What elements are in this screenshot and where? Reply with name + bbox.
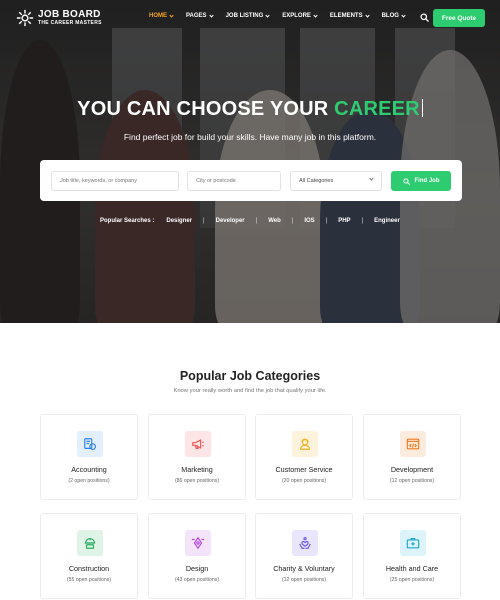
charity-icon xyxy=(299,537,311,549)
main-menu: HOME PAGES JOB LISTING EXPLORE ELEMENTS … xyxy=(149,12,418,19)
open-positions-count: (20 open positions) xyxy=(281,478,327,484)
search-icon[interactable] xyxy=(420,13,429,22)
hero-section: JOB BOARD THE CAREER MASTERS HOME PAGES … xyxy=(0,0,500,323)
category-name: Marketing xyxy=(181,465,213,474)
hero-subtitle: Find perfect job for build your skills. … xyxy=(123,132,377,142)
category-name: Construction xyxy=(68,564,110,573)
top-navbar: JOB BOARD THE CAREER MASTERS HOME PAGES … xyxy=(0,0,500,36)
category-card-marketing[interactable]: Marketing (86 open positions) xyxy=(148,414,246,500)
menu-item-label: ELEMENTS xyxy=(329,13,363,19)
menu-item-elements[interactable]: ELEMENTS xyxy=(329,12,370,19)
open-positions-count: (43 open positions) xyxy=(174,577,220,583)
category-card-development[interactable]: Development (12 open positions) xyxy=(363,414,461,500)
divider: | xyxy=(255,218,258,224)
menu-item-label: HOME xyxy=(149,13,167,19)
menu-item-home[interactable]: HOME xyxy=(149,12,174,19)
icon-tile xyxy=(292,530,318,556)
open-positions-count: (25 open positions) xyxy=(389,577,435,583)
menu-item-job-listing[interactable]: JOB LISTING xyxy=(225,12,270,19)
open-positions-count: (12 open positions) xyxy=(281,577,327,583)
open-positions-count: (12 open positions) xyxy=(389,478,435,484)
popular-tag[interactable]: Designer xyxy=(166,218,192,224)
chevron-down-icon xyxy=(313,12,318,18)
category-name: Charity & Voluntary xyxy=(273,564,335,573)
logo-title: JOB BOARD xyxy=(38,8,101,20)
icon-tile xyxy=(400,530,426,556)
chevron-down-icon xyxy=(208,12,214,18)
menu-item-label: BLOG xyxy=(381,13,399,19)
popular-searches-label: Popular Searches : xyxy=(100,218,155,224)
chevron-down-icon xyxy=(364,12,370,18)
chevron-down-icon xyxy=(265,12,270,18)
popular-tag[interactable]: Web xyxy=(268,218,281,224)
find-job-button[interactable]: Find Job xyxy=(391,171,451,191)
category-name: Accounting xyxy=(71,465,107,474)
divider: | xyxy=(203,218,205,224)
location-input[interactable] xyxy=(187,171,281,191)
icon-tile xyxy=(185,530,211,556)
job-search-form: All Categories Find Job xyxy=(40,160,462,201)
category-name: Design xyxy=(185,564,209,573)
accounting-icon xyxy=(84,438,96,450)
open-positions-count: (55 open positions) xyxy=(66,577,112,583)
popular-tag[interactable]: PHP xyxy=(338,218,350,224)
hero-headline: YOU CAN CHOOSE YOUR CAREER xyxy=(0,98,500,121)
icon-tile xyxy=(400,431,426,457)
divider: | xyxy=(291,218,294,224)
headline-text: YOU CAN CHOOSE YOUR xyxy=(77,98,335,120)
category-card-construction[interactable]: Construction (55 open positions) xyxy=(40,513,138,599)
icon-tile xyxy=(185,431,211,457)
category-select[interactable]: All Categories xyxy=(290,171,382,191)
find-job-label: Find Job xyxy=(414,178,440,184)
logo-subtitle: THE CAREER MASTERS xyxy=(38,19,102,26)
code-icon xyxy=(406,438,420,450)
section-title: Popular Job Categories xyxy=(179,369,321,383)
menu-item-label: JOB LISTING xyxy=(225,13,264,19)
popular-tag[interactable]: IOS xyxy=(304,218,314,224)
menu-item-label: EXPLORE xyxy=(282,13,311,19)
chevron-down-icon xyxy=(401,12,406,18)
category-name: Health and Care xyxy=(385,564,439,573)
category-card-design[interactable]: Design (43 open positions) xyxy=(148,513,246,599)
popular-tag[interactable]: Developer xyxy=(216,218,245,224)
popular-tag[interactable]: Engineer xyxy=(374,218,400,224)
logo-icon xyxy=(16,9,34,27)
popular-searches: Popular Searches : Designer | Developer | … xyxy=(100,218,411,224)
divider: | xyxy=(325,218,328,224)
megaphone-icon xyxy=(192,439,205,449)
icon-tile xyxy=(292,431,318,457)
icon-tile xyxy=(77,530,103,556)
site-logo[interactable]: JOB BOARD THE CAREER MASTERS xyxy=(16,9,102,27)
chevron-down-icon xyxy=(169,12,174,18)
menu-item-label: PAGES xyxy=(186,13,207,19)
open-positions-count: (2 open positions) xyxy=(68,478,110,484)
search-icon xyxy=(402,177,410,185)
divider: | xyxy=(361,218,364,224)
typing-cursor xyxy=(421,99,423,117)
category-name: Customer Service xyxy=(275,465,333,474)
category-card-customer-service[interactable]: Customer Service (20 open positions) xyxy=(255,414,353,500)
category-name: Development xyxy=(390,465,434,474)
category-card-accounting[interactable]: Accounting (2 open positions) xyxy=(40,414,138,500)
icon-tile xyxy=(77,431,103,457)
construction-icon xyxy=(84,538,96,549)
keyword-input[interactable] xyxy=(51,171,179,191)
free-quote-button[interactable]: Free Quote xyxy=(433,9,485,27)
category-select-value: All Categories xyxy=(299,178,334,184)
menu-item-pages[interactable]: PAGES xyxy=(186,12,214,19)
menu-item-blog[interactable]: BLOG xyxy=(381,12,406,19)
headline-highlight: CAREER xyxy=(334,98,420,120)
medical-kit-icon xyxy=(406,538,420,549)
section-subtitle: Know your really worth and find the job … xyxy=(173,388,327,394)
category-card-health-care[interactable]: Health and Care (25 open positions) xyxy=(363,513,461,599)
pen-tool-icon xyxy=(191,536,205,550)
category-card-charity-voluntary[interactable]: Charity & Voluntary (12 open positions) xyxy=(255,513,353,599)
menu-item-explore[interactable]: EXPLORE xyxy=(282,12,318,19)
chevron-down-icon xyxy=(369,176,374,181)
support-icon xyxy=(300,438,310,450)
open-positions-count: (86 open positions) xyxy=(174,478,220,484)
